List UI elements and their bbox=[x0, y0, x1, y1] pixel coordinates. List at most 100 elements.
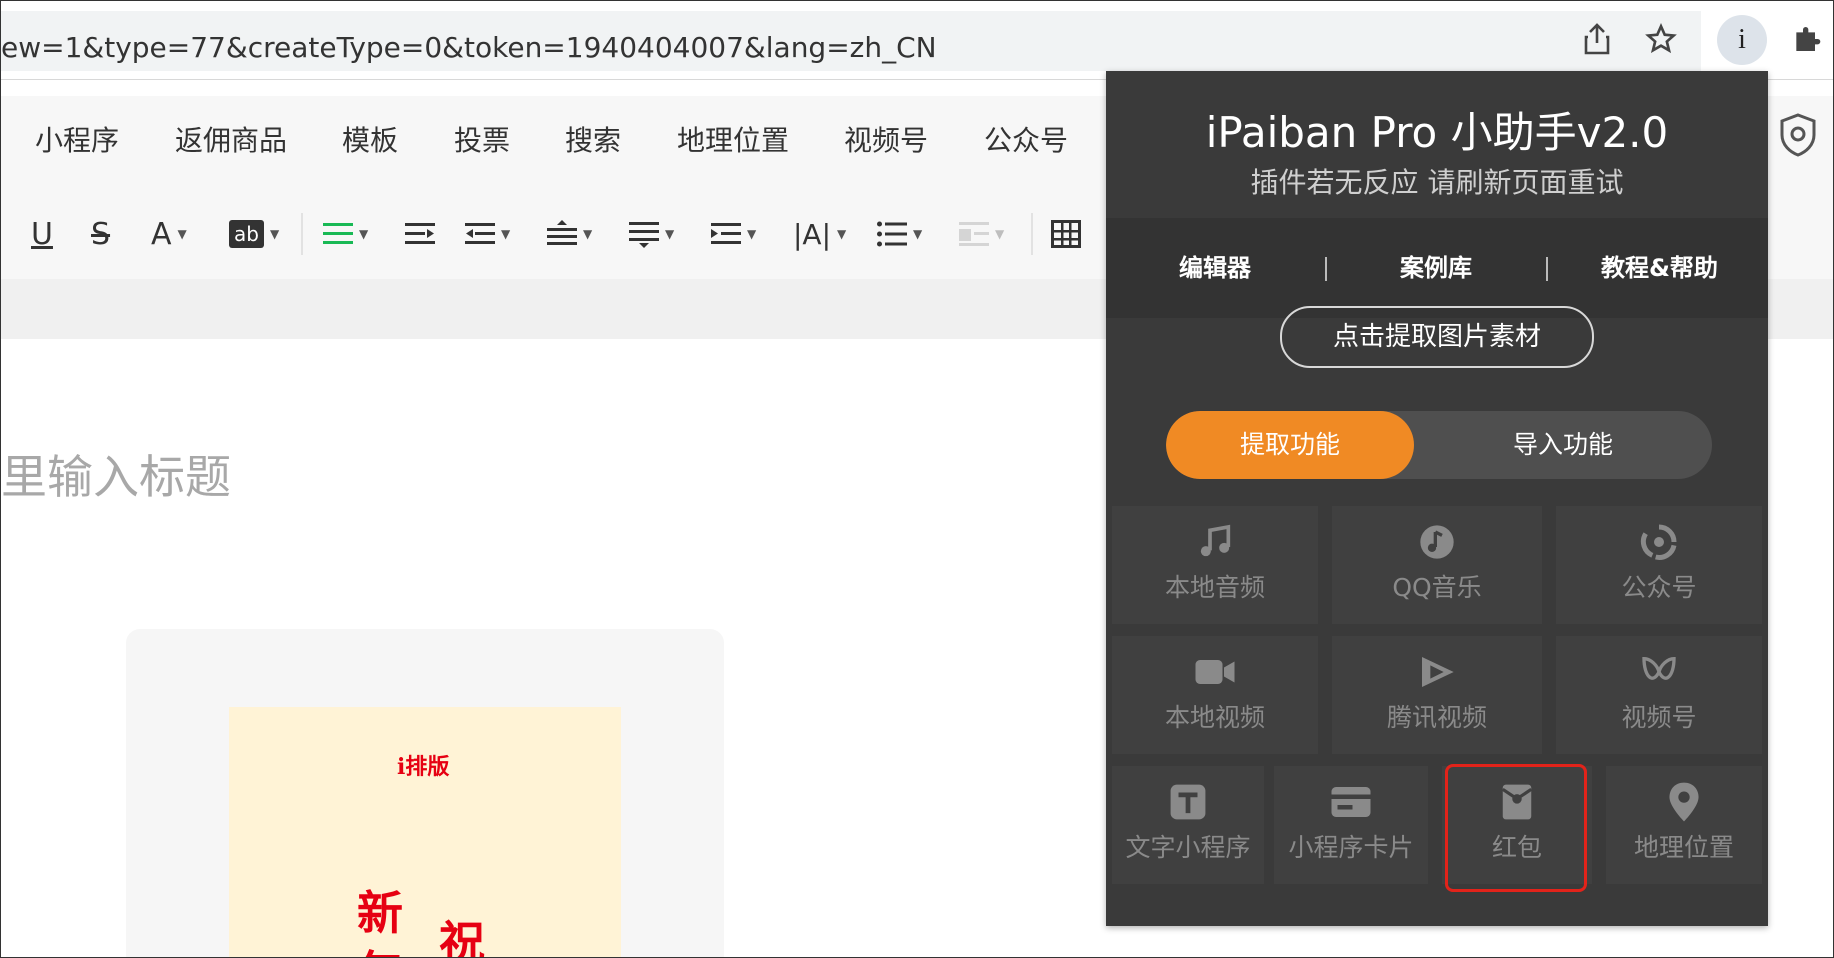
link-editor[interactable]: 编辑器 bbox=[1179, 218, 1251, 318]
star-icon[interactable] bbox=[1641, 19, 1681, 59]
menu-item-search[interactable]: 搜索 bbox=[565, 96, 621, 186]
chevron-down-icon: ▼ bbox=[501, 227, 511, 241]
feature-qq-music[interactable]: QQ音乐 bbox=[1332, 506, 1542, 624]
paragraph-spacing-icon bbox=[629, 222, 659, 248]
feature-tencent-video[interactable]: 腾讯视频 bbox=[1332, 636, 1542, 754]
share-icon[interactable] bbox=[1577, 19, 1617, 59]
plugin-popup: iPaiban Pro 小助手v2.0 插件若无反应 请刷新页面重试 编辑器 案… bbox=[1106, 71, 1768, 926]
feature-label: 地理位置 bbox=[1633, 833, 1734, 862]
qq-music-icon bbox=[1332, 520, 1542, 564]
background-color-button[interactable]: ab ▼ bbox=[229, 211, 279, 257]
feature-label: 文字小程序 bbox=[1125, 833, 1251, 862]
location-pin-icon bbox=[1606, 780, 1762, 824]
table-button[interactable] bbox=[1051, 211, 1081, 257]
feature-local-video[interactable]: 本地视频 bbox=[1112, 636, 1318, 754]
feature-official-account[interactable]: 公众号 bbox=[1556, 506, 1762, 624]
link-case-library[interactable]: 案例库 bbox=[1400, 218, 1472, 318]
bg-color-label: ab bbox=[229, 220, 264, 248]
poster-image[interactable] bbox=[229, 707, 621, 957]
feature-label: 本地音频 bbox=[1164, 573, 1265, 602]
float-image-button[interactable]: ▼ bbox=[959, 211, 1004, 257]
menu-item-channels[interactable]: 视频号 bbox=[844, 96, 928, 186]
puzzle-icon[interactable] bbox=[1787, 19, 1827, 59]
chevron-down-icon: ▼ bbox=[177, 227, 187, 241]
chevron-down-icon: ▼ bbox=[269, 227, 280, 241]
title-placeholder[interactable]: 里输入标题 bbox=[1, 441, 231, 507]
indent-button[interactable] bbox=[405, 211, 435, 257]
menu-item-miniprogram[interactable]: 小程序 bbox=[35, 96, 119, 186]
toolbar-divider bbox=[301, 213, 303, 255]
align-button[interactable]: ▼ bbox=[323, 211, 368, 257]
underline-label: U bbox=[31, 216, 53, 252]
music-note-icon bbox=[1112, 520, 1318, 564]
menu-item-location[interactable]: 地理位置 bbox=[677, 96, 789, 186]
float-image-icon bbox=[959, 222, 989, 246]
underline-button[interactable]: U bbox=[31, 211, 53, 257]
line-height-button[interactable]: ▼ bbox=[547, 211, 592, 257]
feature-text-miniprogram[interactable]: 文字小程序 bbox=[1112, 766, 1264, 884]
feature-label: 公众号 bbox=[1621, 573, 1697, 602]
font-color-button[interactable]: A ▼ bbox=[151, 211, 187, 257]
plugin-links: 编辑器 案例库 教程&帮助 bbox=[1106, 218, 1768, 318]
tab-extract[interactable]: 提取功能 bbox=[1166, 411, 1414, 479]
poster-char: 祝 bbox=[439, 916, 485, 958]
feature-channels[interactable]: 视频号 bbox=[1556, 636, 1762, 754]
chevron-down-icon: ▼ bbox=[995, 227, 1005, 241]
feature-local-audio[interactable]: 本地音频 bbox=[1112, 506, 1318, 624]
shield-icon[interactable] bbox=[1779, 113, 1817, 157]
channels-icon bbox=[1556, 650, 1762, 694]
menu-item-vote[interactable]: 投票 bbox=[454, 96, 510, 186]
outdent-icon bbox=[465, 223, 495, 244]
feature-label: 小程序卡片 bbox=[1288, 833, 1414, 862]
plugin-subtitle: 插件若无反应 请刷新页面重试 bbox=[1250, 166, 1624, 199]
indent-icon bbox=[405, 223, 435, 244]
chevron-down-icon: ▼ bbox=[837, 227, 847, 241]
highlight-red-envelope bbox=[1445, 764, 1587, 892]
poster-char: 新 bbox=[357, 886, 403, 940]
info-icon[interactable]: i bbox=[1717, 15, 1767, 65]
bullet-list-icon bbox=[877, 221, 907, 247]
video-camera-icon bbox=[1112, 650, 1318, 694]
menu-item-official-account[interactable]: 公众号 bbox=[984, 96, 1068, 186]
poster-char: 年 bbox=[357, 937, 403, 957]
extract-images-button[interactable]: 点击提取图片素材 bbox=[1280, 306, 1594, 368]
tencent-video-icon bbox=[1332, 650, 1542, 694]
screenshot-frame: ew=1&type=77&createType=0&token=19404040… bbox=[0, 0, 1834, 958]
letter-spacing-button[interactable]: |A| ▼ bbox=[793, 211, 846, 257]
align-justify-icon bbox=[323, 223, 353, 244]
url-text: ew=1&type=77&createType=0&token=19404040… bbox=[1, 31, 937, 64]
toolbar-divider bbox=[1031, 213, 1033, 255]
list-button[interactable]: ▼ bbox=[877, 211, 922, 257]
chevron-down-icon: ▼ bbox=[913, 227, 923, 241]
menu-item-commission-goods[interactable]: 返佣商品 bbox=[175, 96, 287, 186]
letter-spacing-label: |A| bbox=[793, 217, 832, 251]
chevron-down-icon: ▼ bbox=[747, 227, 757, 241]
menu-item-template[interactable]: 模板 bbox=[342, 96, 398, 186]
address-bar[interactable]: ew=1&type=77&createType=0&token=19404040… bbox=[1, 11, 1701, 71]
strike-label: S bbox=[91, 216, 111, 252]
feature-label: QQ音乐 bbox=[1392, 573, 1482, 602]
paragraph-spacing-button[interactable]: ▼ bbox=[629, 211, 674, 257]
line-height-icon bbox=[547, 220, 577, 245]
wechat-official-icon bbox=[1556, 520, 1762, 564]
table-icon bbox=[1051, 220, 1081, 248]
tab-import[interactable]: 导入功能 bbox=[1414, 411, 1712, 479]
feature-label: 视频号 bbox=[1621, 703, 1697, 732]
poster-brand: i排版 bbox=[397, 754, 450, 780]
outdent-button[interactable]: ▼ bbox=[465, 211, 510, 257]
card-icon bbox=[1274, 780, 1428, 824]
chevron-down-icon: ▼ bbox=[359, 227, 369, 241]
chevron-down-icon: ▼ bbox=[583, 227, 593, 241]
feature-miniprogram-card[interactable]: 小程序卡片 bbox=[1274, 766, 1428, 884]
plugin-title: iPaiban Pro 小助手v2.0 bbox=[1205, 108, 1669, 157]
link-divider bbox=[1546, 257, 1548, 281]
feature-label: 腾讯视频 bbox=[1386, 703, 1487, 732]
link-divider bbox=[1325, 257, 1327, 281]
text-indent-button[interactable]: ▼ bbox=[711, 211, 756, 257]
chevron-down-icon: ▼ bbox=[665, 227, 675, 241]
strikethrough-button[interactable]: S bbox=[91, 211, 110, 257]
browser-toolbar: ew=1&type=77&createType=0&token=19404040… bbox=[1, 1, 1833, 80]
feature-label: 本地视频 bbox=[1164, 703, 1265, 732]
feature-location[interactable]: 地理位置 bbox=[1606, 766, 1762, 884]
link-tutorial-help[interactable]: 教程&帮助 bbox=[1601, 218, 1718, 318]
